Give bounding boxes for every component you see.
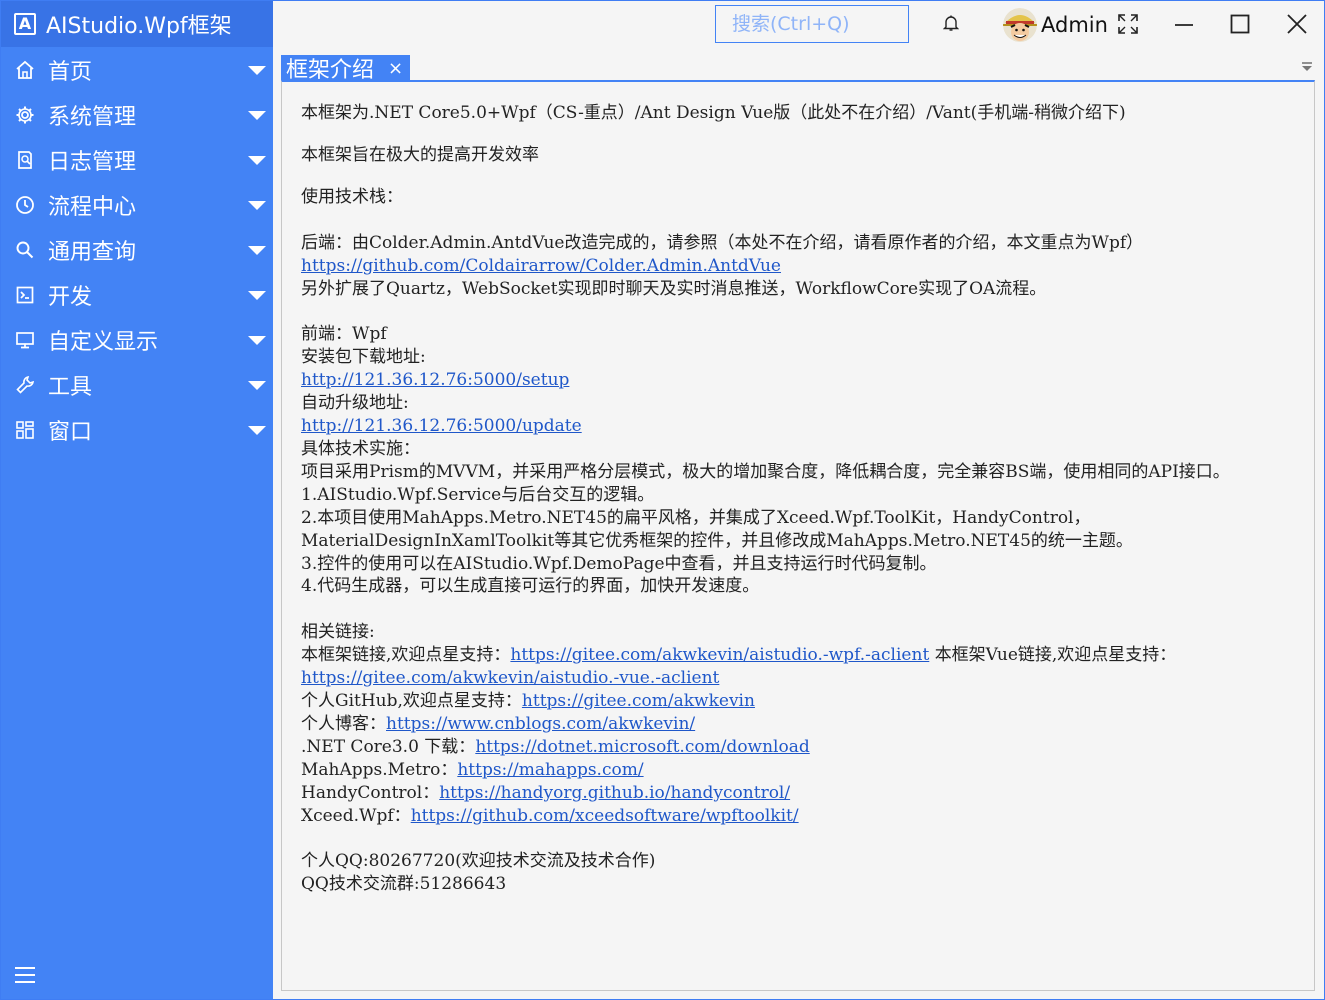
framework-links: 本框架链接,欢迎点星支持：https://gitee.com/akwkevin/…	[301, 644, 1306, 690]
search-input[interactable]: 搜索(Ctrl+Q)	[715, 5, 909, 43]
xceed-link[interactable]: https://github.com/xceedsoftware/wpftool…	[411, 806, 799, 826]
tab-dropdown-icon[interactable]	[1300, 59, 1314, 73]
update-link[interactable]: http://121.36.12.76:5000/update	[301, 416, 582, 436]
chevron-down-icon[interactable]	[248, 336, 266, 345]
chevron-down-icon[interactable]	[248, 111, 266, 120]
sidebar-item-custom-display[interactable]: 自定义显示	[1, 317, 273, 362]
blog-link[interactable]: https://www.cnblogs.com/akwkevin/	[386, 714, 695, 734]
dotnet-label: .NET Core3.0 下载：	[301, 736, 476, 757]
mahapps-label: MahApps.Metro：	[301, 759, 458, 780]
sidebar-item-label: 日志管理	[48, 149, 137, 175]
user-menu[interactable]: Admin	[1003, 7, 1108, 43]
impl-item: 2.本项目使用MahApps.Metro.NET45的扁平风格，并集成了Xcee…	[301, 507, 1133, 551]
github-label: 个人GitHub,欢迎点星支持：	[301, 691, 522, 712]
sidebar-item-label: 窗口	[48, 419, 93, 445]
handycontrol-label: HandyControl：	[301, 782, 440, 803]
impl-item: 1.AIStudio.Wpf.Service与后台交互的逻辑。	[301, 484, 655, 505]
sidebar-menu: 首页 系统管理 日志管理 流程中心 通用查询 开发 自定义显示 工具 窗口	[1, 47, 273, 452]
wpf-repo-link[interactable]: https://gitee.com/akwkevin/aistudio.-wpf…	[510, 645, 929, 665]
chevron-down-icon[interactable]	[248, 66, 266, 75]
content-panel: 本框架为.NET Core5.0+Wpf（CS-重点）/Ant Design V…	[281, 80, 1315, 991]
tech-stack-heading: 使用技术栈：	[301, 186, 403, 207]
minimize-icon[interactable]	[1173, 13, 1195, 35]
sidebar-item-query[interactable]: 通用查询	[1, 227, 273, 272]
avatar[interactable]	[1003, 8, 1037, 42]
intro-document: 本框架为.NET Core5.0+Wpf（CS-重点）/Ant Design V…	[301, 102, 1306, 896]
blog-label: 个人博客：	[301, 713, 386, 734]
sidebar-item-label: 首页	[48, 59, 93, 85]
sidebar-item-label: 系统管理	[48, 104, 137, 130]
sidebar-item-workflow[interactable]: 流程中心	[1, 182, 273, 227]
chevron-down-icon[interactable]	[248, 381, 266, 390]
backend-intro: 后端：由Colder.Admin.AntdVue改造完成的，请参照（本处不在介绍…	[301, 232, 1144, 253]
frontend-label: 前端：Wpf	[301, 324, 387, 345]
app-logo-icon: A	[14, 13, 36, 35]
github-link[interactable]: https://gitee.com/akwkevin	[522, 691, 755, 711]
sidebar-item-home[interactable]: 首页	[1, 47, 273, 92]
code-icon	[14, 284, 36, 306]
maximize-icon[interactable]	[1229, 13, 1251, 35]
mahapps-link[interactable]: https://mahapps.com/	[457, 760, 643, 780]
sidebar: A AIStudio.Wpf框架 首页 系统管理 日志管理 流程中心 通用查询 …	[1, 1, 273, 999]
chevron-down-icon[interactable]	[248, 156, 266, 165]
fullscreen-icon[interactable]	[1117, 13, 1139, 35]
sidebar-item-window[interactable]: 窗口	[1, 407, 273, 452]
app-window: A AIStudio.Wpf框架 首页 系统管理 日志管理 流程中心 通用查询 …	[0, 0, 1325, 1000]
chevron-down-icon[interactable]	[248, 426, 266, 435]
window-grid-icon	[14, 419, 36, 441]
backend-link[interactable]: https://github.com/Coldairarrow/Colder.A…	[301, 256, 781, 276]
gear-icon	[14, 104, 36, 126]
sidebar-item-label: 工具	[48, 374, 93, 400]
hamburger-icon[interactable]	[15, 967, 35, 985]
tab-close-icon[interactable]: ×	[388, 58, 403, 79]
wpf-link-label: 本框架链接,欢迎点星支持：	[301, 645, 511, 666]
tab-framework-intro[interactable]: 框架介绍 ×	[281, 55, 410, 83]
impl-label: 具体技术实施：	[301, 438, 420, 459]
impl-item: 3.控件的使用可以在AIStudio.Wpf.DemoPage中查看，并且支持运…	[301, 553, 937, 574]
intro-line: 本框架为.NET Core5.0+Wpf（CS-重点）/Ant Design V…	[301, 103, 1126, 123]
chevron-down-icon[interactable]	[248, 201, 266, 210]
sidebar-item-label: 自定义显示	[48, 329, 159, 355]
qq-group: QQ技术交流群:51286643	[301, 874, 507, 895]
update-label: 自动升级地址:	[301, 393, 409, 414]
close-icon[interactable]	[1286, 13, 1308, 35]
xceed-label: Xceed.Wpf：	[301, 805, 411, 826]
app-title: AIStudio.Wpf框架	[46, 14, 232, 39]
sidebar-item-system[interactable]: 系统管理	[1, 92, 273, 137]
setup-link[interactable]: http://121.36.12.76:5000/setup	[301, 370, 569, 390]
log-icon	[14, 149, 36, 171]
dotnet-link[interactable]: https://dotnet.microsoft.com/download	[475, 737, 809, 757]
sidebar-item-label: 开发	[48, 284, 93, 310]
qq-contact: 个人QQ:80267720(欢迎技术交流及技术合作)	[301, 851, 656, 872]
clock-icon	[14, 194, 36, 216]
links-heading: 相关链接:	[301, 622, 375, 643]
setup-label: 安装包下载地址:	[301, 347, 426, 368]
sidebar-item-label: 流程中心	[48, 194, 137, 220]
sidebar-item-logs[interactable]: 日志管理	[1, 137, 273, 182]
sidebar-item-label: 通用查询	[48, 239, 137, 265]
user-name[interactable]: Admin	[1041, 13, 1108, 37]
bell-icon[interactable]	[942, 14, 960, 32]
tab-bar: 框架介绍 ×	[281, 55, 1314, 83]
intro-line: 本框架旨在极大的提高开发效率	[301, 144, 539, 165]
chevron-down-icon[interactable]	[248, 246, 266, 255]
app-header-brand: A AIStudio.Wpf框架	[1, 1, 273, 47]
vue-link-label: 本框架Vue链接,欢迎点星支持：	[934, 645, 1177, 666]
handycontrol-link[interactable]: https://handyorg.github.io/handycontrol/	[439, 783, 790, 803]
home-icon	[14, 59, 36, 81]
monitor-icon	[14, 329, 36, 351]
sidebar-item-dev[interactable]: 开发	[1, 272, 273, 317]
vue-repo-link[interactable]: https://gitee.com/akwkevin/aistudio.-vue…	[301, 668, 719, 688]
backend-extension: 另外扩展了Quartz，WebSocket实现即时聊天及实时消息推送，Workf…	[301, 278, 1047, 299]
sidebar-item-tools[interactable]: 工具	[1, 362, 273, 407]
impl-item: 4.代码生成器，可以生成直接可运行的界面，加快开发速度。	[301, 576, 760, 597]
impl-description: 项目采用Prism的MVVM，并采用严格分层模式，极大的增加聚合度，降低耦合度，…	[301, 461, 1230, 482]
wrench-icon	[14, 374, 36, 396]
chevron-down-icon[interactable]	[248, 291, 266, 300]
search-icon	[14, 239, 36, 261]
top-bar: 搜索(Ctrl+Q) Admin	[273, 1, 1324, 51]
